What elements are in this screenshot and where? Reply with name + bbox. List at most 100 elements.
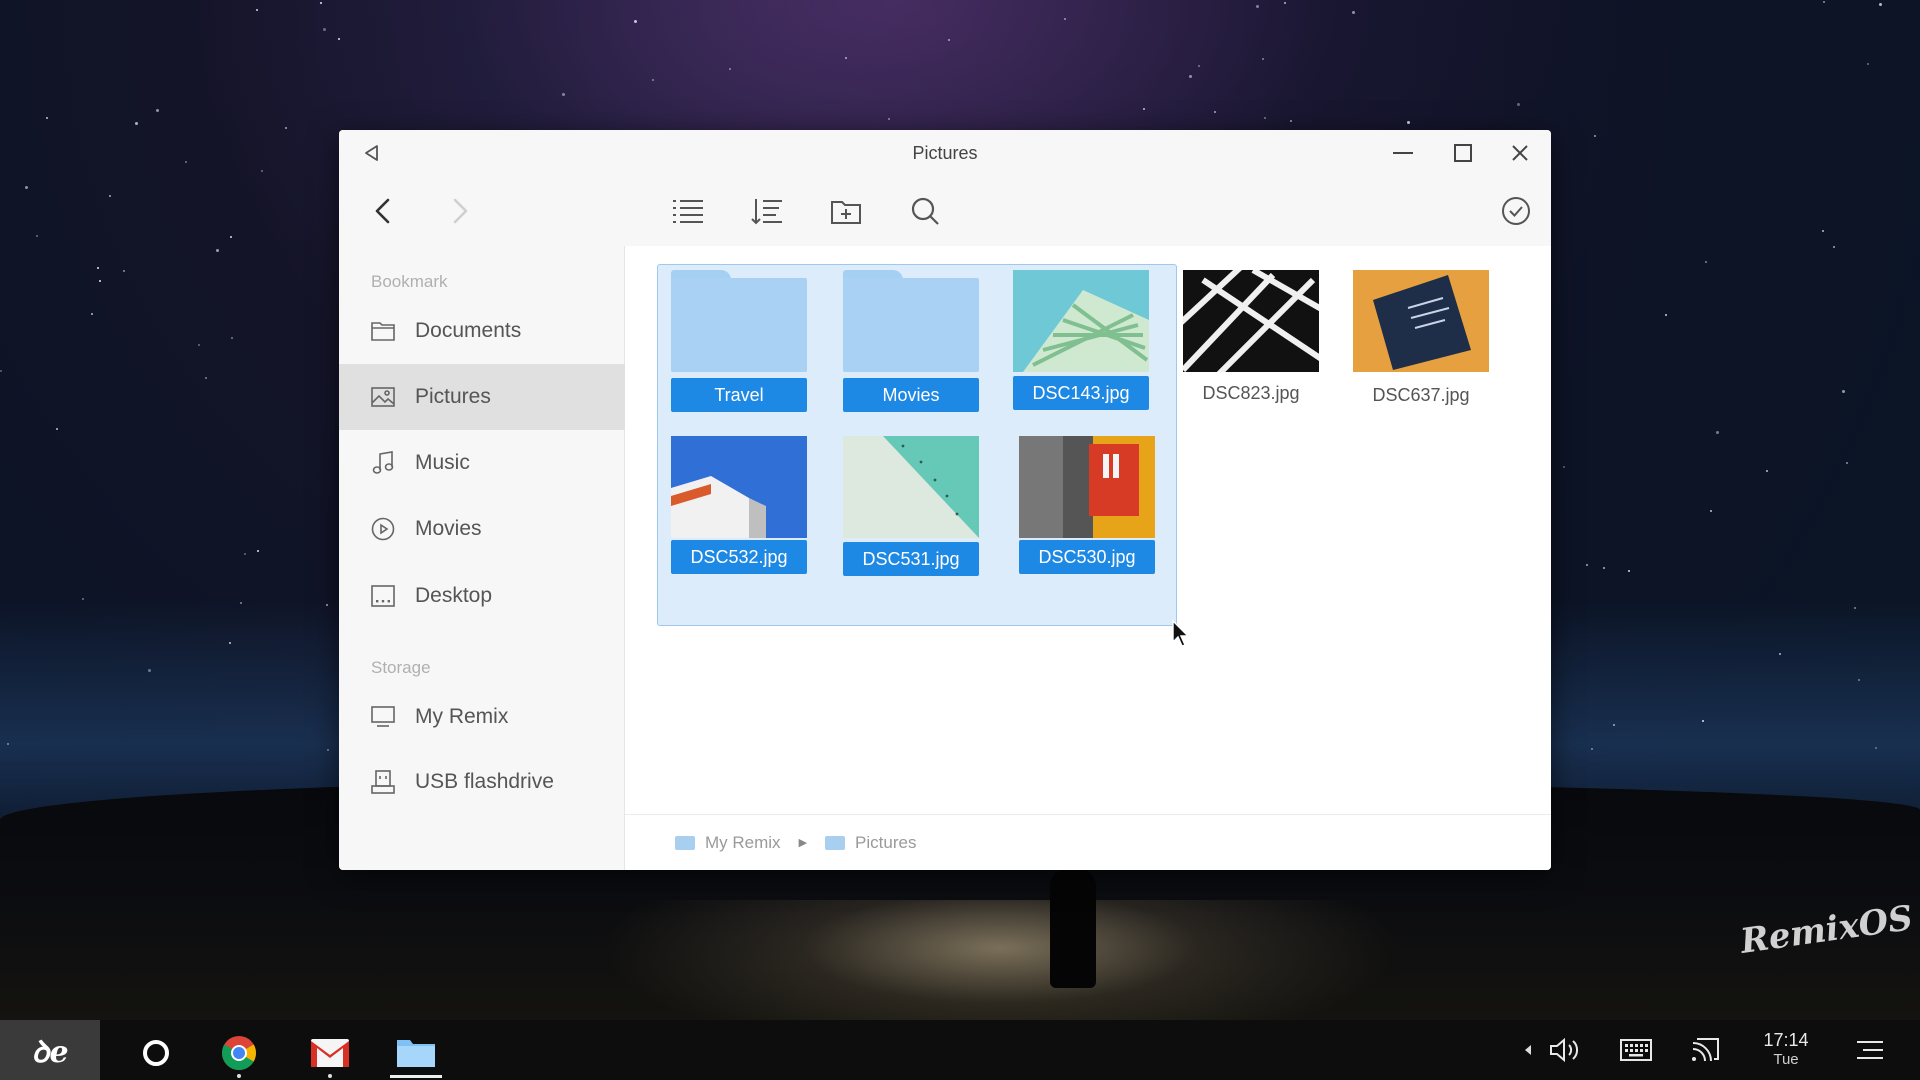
star bbox=[1779, 653, 1781, 655]
clock[interactable]: 17:14 Tue bbox=[1750, 1030, 1822, 1068]
star bbox=[0, 370, 2, 372]
list-view-button[interactable] bbox=[667, 190, 709, 232]
taskbar-app-files[interactable] bbox=[388, 1028, 444, 1078]
start-button[interactable]: ꝺe bbox=[0, 1020, 100, 1080]
back-button[interactable] bbox=[362, 190, 404, 232]
star bbox=[109, 195, 111, 197]
tray-expand-button[interactable] bbox=[1516, 1030, 1540, 1070]
image-icon bbox=[369, 383, 397, 411]
close-button[interactable] bbox=[1503, 136, 1537, 170]
star bbox=[7, 743, 9, 745]
select-mode-button[interactable] bbox=[1495, 190, 1537, 232]
chrome-icon bbox=[222, 1036, 256, 1070]
star bbox=[256, 9, 258, 11]
caret-right-icon: ▶ bbox=[798, 837, 808, 849]
star bbox=[244, 553, 246, 555]
chevron-right-icon bbox=[453, 198, 468, 224]
breadcrumb: My Remix ▶ Pictures bbox=[625, 814, 1551, 870]
star bbox=[1262, 58, 1264, 60]
files-icon bbox=[397, 1040, 435, 1067]
star bbox=[1766, 470, 1768, 472]
star bbox=[1064, 18, 1066, 20]
star bbox=[1822, 230, 1824, 232]
title-bar: Pictures bbox=[339, 130, 1551, 176]
breadcrumb-item-my-remix[interactable]: My Remix bbox=[675, 833, 781, 853]
folder-icon bbox=[825, 835, 846, 850]
taskbar-app-gmail[interactable] bbox=[302, 1028, 358, 1078]
notification-center-button[interactable] bbox=[1848, 1030, 1892, 1070]
keyboard-button[interactable] bbox=[1614, 1030, 1658, 1070]
folder-icon bbox=[369, 317, 397, 345]
star bbox=[888, 118, 890, 120]
close-icon bbox=[1512, 145, 1528, 161]
window-title: Pictures bbox=[912, 143, 978, 163]
music-note-icon bbox=[369, 449, 397, 477]
maximize-button[interactable] bbox=[1446, 136, 1480, 170]
star bbox=[1143, 108, 1145, 110]
star bbox=[948, 39, 950, 41]
star bbox=[56, 428, 58, 430]
file-item-dsc823[interactable]: DSC823.jpg bbox=[1175, 270, 1319, 420]
star bbox=[1189, 75, 1192, 78]
sort-button[interactable] bbox=[746, 190, 788, 232]
sort-icon bbox=[751, 199, 782, 225]
new-folder-button[interactable] bbox=[825, 190, 867, 232]
star bbox=[562, 93, 565, 96]
star bbox=[261, 170, 263, 172]
breadcrumb-label: My Remix bbox=[705, 832, 781, 852]
cast-button[interactable] bbox=[1684, 1030, 1728, 1070]
file-item-movies[interactable]: Movies bbox=[835, 270, 979, 420]
sidebar-item-desktop[interactable]: Desktop bbox=[339, 563, 625, 629]
star bbox=[326, 604, 328, 606]
file-name: DSC637.jpg bbox=[1372, 385, 1470, 405]
sidebar-item-label: Music bbox=[415, 451, 470, 474]
minimize-button[interactable] bbox=[1386, 136, 1420, 170]
taskbar-app-chrome[interactable] bbox=[211, 1028, 267, 1078]
star bbox=[185, 161, 187, 163]
sidebar-item-documents[interactable]: Documents bbox=[339, 298, 625, 364]
file-item-dsc532[interactable]: DSC532.jpg bbox=[663, 436, 807, 586]
star bbox=[99, 280, 101, 282]
forward-button[interactable] bbox=[439, 190, 481, 232]
sidebar-item-pictures[interactable]: Pictures bbox=[339, 364, 625, 430]
star bbox=[135, 122, 138, 125]
star bbox=[1702, 720, 1704, 722]
file-item-dsc530[interactable]: DSC530.jpg bbox=[1011, 436, 1155, 586]
star bbox=[257, 550, 259, 552]
star bbox=[1586, 564, 1588, 566]
sidebar-item-movies[interactable]: Movies bbox=[339, 496, 625, 562]
image-thumbnail bbox=[843, 436, 979, 538]
file-grid-area[interactable]: Travel Movies DSC143.jpg DSC823.jpg DSC6… bbox=[625, 246, 1551, 870]
file-item-dsc143[interactable]: DSC143.jpg bbox=[1005, 270, 1149, 420]
sidebar-item-usb-flashdrive[interactable]: USB flashdrive bbox=[339, 749, 625, 815]
sidebar-item-label: My Remix bbox=[415, 705, 509, 728]
file-name: DSC823.jpg bbox=[1202, 383, 1300, 403]
folder-thumbnail bbox=[843, 270, 979, 372]
file-item-travel[interactable]: Travel bbox=[663, 270, 807, 420]
file-item-dsc637[interactable]: DSC637.jpg bbox=[1345, 270, 1489, 420]
running-indicator bbox=[237, 1074, 241, 1078]
breadcrumb-item-pictures[interactable]: Pictures bbox=[825, 833, 916, 853]
file-item-dsc531[interactable]: DSC531.jpg bbox=[835, 436, 979, 586]
desktop-icon bbox=[369, 582, 397, 610]
sidebar: Bookmark Documents Pictures Music Movies bbox=[339, 246, 625, 870]
star bbox=[634, 20, 637, 23]
star bbox=[1591, 748, 1593, 750]
toolbar bbox=[339, 176, 1551, 246]
sidebar-item-label: Pictures bbox=[415, 385, 491, 408]
star bbox=[240, 602, 242, 604]
circle-app-icon bbox=[143, 1040, 169, 1066]
sidebar-item-my-remix[interactable]: My Remix bbox=[339, 684, 625, 750]
sidebar-item-music[interactable]: Music bbox=[339, 430, 625, 496]
bookmark-section-label: Bookmark bbox=[371, 272, 448, 291]
star bbox=[1264, 117, 1266, 119]
volume-button[interactable] bbox=[1544, 1030, 1588, 1070]
search-button[interactable] bbox=[904, 190, 946, 232]
star bbox=[1867, 63, 1869, 65]
ground-light bbox=[600, 900, 1400, 1020]
sidebar-item-label: Documents bbox=[415, 319, 522, 342]
clock-day: Tue bbox=[1773, 1051, 1799, 1068]
taskbar-app-circle[interactable] bbox=[128, 1028, 184, 1078]
monitor-icon bbox=[369, 703, 397, 731]
image-thumbnail bbox=[1183, 270, 1319, 372]
